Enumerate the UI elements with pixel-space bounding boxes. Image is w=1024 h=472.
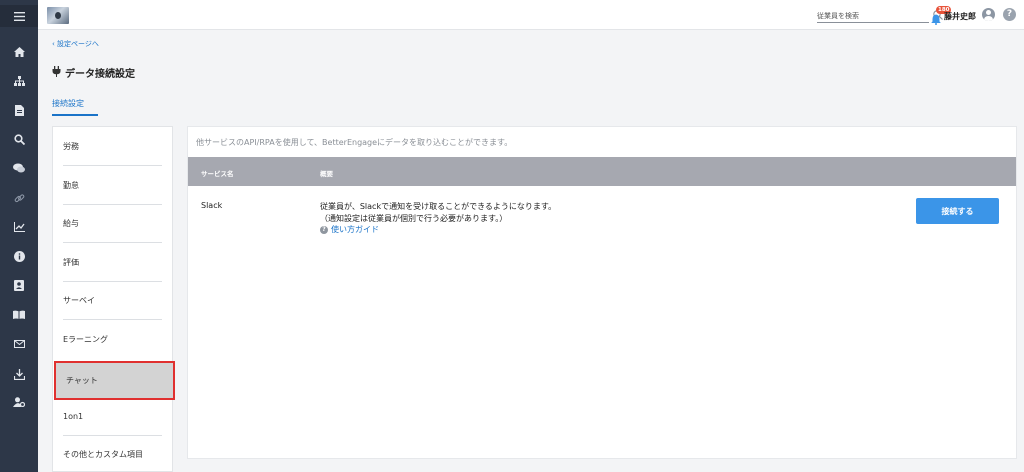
- menu-item-chat[interactable]: チャット: [54, 361, 175, 400]
- menu-item-label: 1on1: [63, 412, 84, 421]
- menu-item-label: サーベイ: [63, 296, 95, 305]
- user-avatar[interactable]: [982, 8, 995, 21]
- back-to-settings-link[interactable]: ‹ 設定ページへ: [52, 39, 99, 49]
- icon-sidebar: [0, 0, 38, 472]
- plug-icon: [52, 65, 61, 80]
- menu-item-label: Eラーニング: [63, 335, 109, 344]
- download-icon[interactable]: [0, 364, 38, 384]
- connection-settings-card: 他サービスのAPI/RPAを使用して、BetterEngageにデータを取り込む…: [187, 126, 1017, 459]
- service-name: Slack: [201, 201, 223, 210]
- user-name[interactable]: 藤井史郎: [944, 11, 976, 22]
- page-title-text: データ接続設定: [65, 69, 135, 80]
- overview-note: （通知設定は従業員が個別で行う必要があります。）: [320, 214, 508, 223]
- mail-icon[interactable]: [0, 334, 38, 354]
- menu-item-label: 労務: [63, 142, 79, 151]
- category-menu: 労務 勤怠 給与 評価 サーベイ Eラーニング チャット 1on1 その他とカス…: [52, 126, 175, 472]
- usage-guide-label: 使い方ガイド: [331, 225, 379, 234]
- document-icon[interactable]: [0, 100, 38, 120]
- info-icon[interactable]: [0, 246, 38, 266]
- top-bar: 180 藤井史郎 ?: [38, 0, 1024, 30]
- chat-icon[interactable]: [0, 158, 38, 178]
- usage-guide-link[interactable]: ? 使い方ガイド: [320, 224, 379, 235]
- menu-item-elearning[interactable]: Eラーニング: [53, 320, 172, 359]
- menu-item-label: その他とカスタム項目: [63, 450, 143, 459]
- tab-connection-settings[interactable]: 接続設定: [52, 98, 84, 109]
- employee-search: [817, 9, 943, 23]
- employee-search-input[interactable]: [817, 9, 917, 22]
- card-description: 他サービスのAPI/RPAを使用して、BetterEngageにデータを取り込む…: [196, 138, 513, 147]
- contact-icon[interactable]: [0, 275, 38, 295]
- org-chart-icon[interactable]: [0, 71, 38, 91]
- menu-item-survey[interactable]: サーベイ: [53, 281, 172, 320]
- link-icon[interactable]: [0, 188, 38, 208]
- search-icon[interactable]: [0, 129, 38, 149]
- user-settings-icon[interactable]: [0, 392, 38, 412]
- menu-item-other-custom[interactable]: その他とカスタム項目: [53, 435, 172, 472]
- menu-item-1on1[interactable]: 1on1: [53, 397, 172, 436]
- menu-item-label: 勤怠: [63, 181, 79, 190]
- menu-item-label: チャット: [66, 376, 98, 385]
- menu-item-evaluation[interactable]: 評価: [53, 243, 172, 282]
- home-icon[interactable]: [0, 42, 38, 62]
- menu-item-payroll[interactable]: 給与: [53, 204, 172, 243]
- chart-icon[interactable]: [0, 217, 38, 237]
- back-link-label: 設定ページへ: [57, 40, 99, 48]
- overview-text: 従業員が、Slackで通知を受け取ることができるようになります。: [320, 202, 557, 211]
- table-header: サービス名 概要: [188, 157, 1016, 186]
- page-title: データ接続設定: [52, 65, 135, 80]
- menu-item-label: 給与: [63, 219, 79, 228]
- active-tab-indicator: [52, 114, 98, 116]
- menu-item-label: 評価: [63, 258, 79, 267]
- column-header-service: サービス名: [201, 170, 234, 178]
- menu-icon[interactable]: [0, 5, 38, 27]
- company-logo[interactable]: [47, 7, 69, 24]
- book-icon[interactable]: [0, 304, 38, 324]
- question-icon: ?: [320, 225, 328, 234]
- menu-item-labor[interactable]: 労務: [53, 127, 172, 166]
- column-header-overview: 概要: [320, 170, 333, 178]
- connect-button[interactable]: 接続する: [916, 198, 999, 224]
- menu-item-attendance[interactable]: 勤怠: [53, 166, 172, 205]
- help-icon[interactable]: ?: [1003, 8, 1016, 21]
